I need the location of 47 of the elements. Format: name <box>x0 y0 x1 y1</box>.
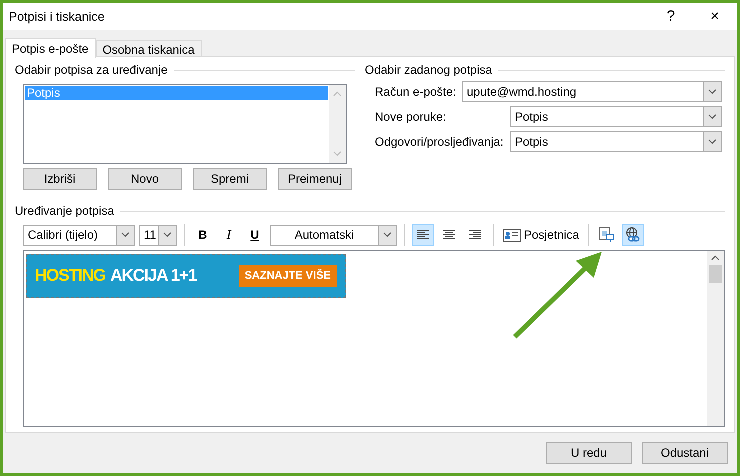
chevron-down-icon <box>121 232 130 238</box>
business-card-button[interactable]: Posjetnica <box>501 226 582 244</box>
underline-button[interactable]: U <box>244 224 266 246</box>
chevron-down-icon <box>708 138 717 144</box>
card-icon <box>503 228 521 242</box>
close-button[interactable]: × <box>693 8 737 25</box>
action-button[interactable]: Izbriši <box>23 168 97 190</box>
insert-hyperlink-button[interactable] <box>622 224 644 246</box>
align-center-icon <box>442 230 456 240</box>
group-heading: Odabir zadanog potpisa <box>365 63 492 77</box>
italic-button[interactable]: I <box>218 224 240 246</box>
dialog-button[interactable]: Odustani <box>642 442 728 464</box>
align-left-button[interactable] <box>412 224 434 246</box>
scrollbar-thumb[interactable] <box>709 265 722 283</box>
field-label: Odgovori/prosljeđivanja: <box>375 134 505 148</box>
chevron-down-icon <box>383 232 392 238</box>
window-title: Potpisi i tiskanice <box>9 10 106 24</box>
bold-button[interactable]: B <box>192 224 214 246</box>
group-heading: Odabir potpisa za uređivanje <box>15 63 168 77</box>
help-button[interactable]: ? <box>649 8 693 25</box>
scrollbar[interactable] <box>707 251 724 426</box>
font-dropdown[interactable]: Calibri (tijelo) <box>23 224 135 246</box>
tab[interactable]: Potpis e-pošte <box>5 38 96 58</box>
size-dropdown[interactable]: 11 <box>139 224 177 246</box>
chevron-up-icon[interactable] <box>711 255 720 261</box>
chevron-down-icon <box>708 88 717 94</box>
picture-icon <box>599 227 616 243</box>
dropdown-field[interactable]: Potpis <box>510 106 722 127</box>
dropdown-field[interactable]: Potpis <box>510 131 722 152</box>
banner-cta-button: SAZNAJTE VIŠE <box>238 265 337 287</box>
field-label: Nove poruke: <box>375 110 448 124</box>
action-button[interactable]: Preimenuj <box>278 168 352 190</box>
group-heading: Uređivanje potpisa <box>15 204 114 218</box>
align-left-icon <box>416 230 430 240</box>
action-button[interactable]: Spremi <box>193 168 267 190</box>
action-button[interactable]: Novo <box>108 168 182 190</box>
hyperlink-icon <box>625 227 642 243</box>
field-label: Račun e-pošte: <box>375 84 458 98</box>
chevron-down-icon <box>163 232 172 238</box>
dialog-button[interactable]: U redu <box>546 442 632 464</box>
dropdown-field[interactable]: upute@wmd.hosting <box>462 81 722 102</box>
tab[interactable]: Osobna tiskanica <box>96 40 202 57</box>
chevron-down-icon <box>708 114 717 120</box>
banner-headline: HOSTING <box>35 266 106 286</box>
banner-headline: AKCIJA 1+1 <box>110 266 197 286</box>
align-right-icon <box>468 230 482 240</box>
color-dropdown[interactable]: Automatski <box>270 224 397 246</box>
